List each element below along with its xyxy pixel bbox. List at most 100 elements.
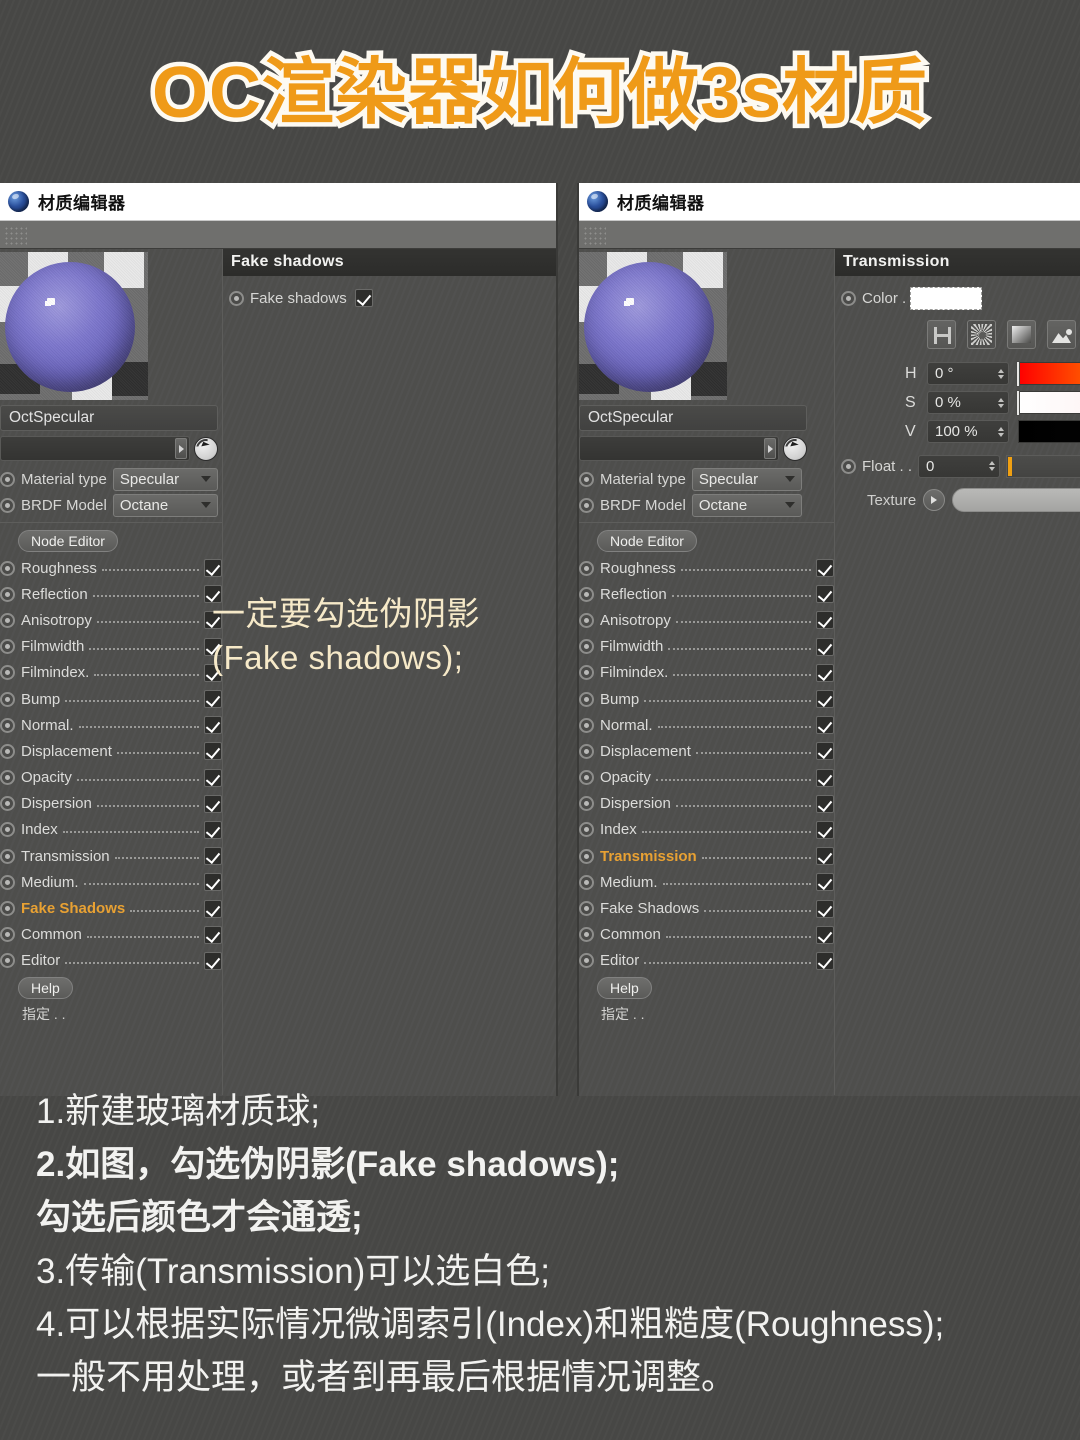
channel-row-opacity[interactable]: Opacity — [579, 765, 834, 791]
channel-checkbox[interactable] — [204, 899, 222, 918]
channel-checkbox[interactable] — [204, 951, 222, 970]
float-input[interactable]: 0 — [918, 454, 1001, 478]
channel-row-dispersion[interactable]: Dispersion — [579, 791, 834, 817]
help-button-right[interactable]: Help — [597, 977, 652, 999]
radio-icon[interactable] — [0, 586, 15, 602]
saturation-input[interactable]: 0 % — [927, 391, 1009, 414]
channel-checkbox[interactable] — [204, 794, 222, 813]
node-editor-button-right[interactable]: Node Editor — [597, 530, 697, 552]
radio-icon[interactable] — [0, 822, 15, 838]
link-arrow-icon[interactable] — [175, 438, 187, 459]
channel-row-editor[interactable]: Editor — [0, 948, 222, 974]
channel-row-displacement[interactable]: Displacement — [0, 738, 222, 764]
texture-field[interactable] — [952, 488, 1080, 512]
channel-checkbox[interactable] — [204, 768, 222, 787]
texture-expand-icon[interactable] — [923, 489, 946, 511]
channel-row-fake-shadows[interactable]: Fake Shadows — [0, 895, 222, 921]
radio-icon[interactable] — [579, 639, 594, 655]
pick-cursor-icon[interactable] — [783, 436, 807, 461]
brdf-model-row-right[interactable]: BRDF Model Octane — [579, 492, 834, 518]
radio-icon[interactable] — [0, 953, 15, 969]
channel-row-fake-shadows[interactable]: Fake Shadows — [579, 895, 834, 921]
material-type-select[interactable]: Specular — [112, 467, 218, 491]
node-editor-button-left[interactable]: Node Editor — [18, 530, 118, 552]
channel-row-normal[interactable]: Normal. — [579, 712, 834, 738]
channel-checkbox[interactable] — [204, 847, 222, 866]
channel-checkbox[interactable] — [816, 847, 834, 866]
channel-checkbox[interactable] — [204, 742, 222, 761]
radio-icon[interactable] — [579, 901, 594, 917]
saturation-gradient-slider[interactable] — [1016, 390, 1080, 416]
float-slider[interactable] — [1006, 454, 1080, 478]
channel-checkbox[interactable] — [816, 873, 834, 892]
channel-row-bump[interactable]: Bump — [579, 686, 834, 712]
stepper-arrows-icon[interactable] — [998, 397, 1004, 408]
channel-row-common[interactable]: Common — [0, 922, 222, 948]
channel-row-displacement[interactable]: Displacement — [579, 738, 834, 764]
channel-checkbox[interactable] — [816, 690, 834, 709]
radio-icon[interactable] — [579, 927, 594, 943]
channel-checkbox[interactable] — [816, 820, 834, 839]
radio-icon[interactable] — [579, 796, 594, 812]
link-field-right[interactable] — [579, 436, 779, 461]
material-name-field-left[interactable]: OctSpecular — [0, 405, 218, 431]
slider-knob[interactable] — [1016, 390, 1020, 416]
brdf-model-select[interactable]: Octane — [691, 493, 802, 517]
brdf-model-select[interactable]: Octane — [112, 493, 218, 517]
radio-icon[interactable] — [0, 717, 15, 733]
channel-checkbox[interactable] — [816, 925, 834, 944]
transmission-color-row[interactable]: Color . — [841, 285, 1080, 312]
radio-icon[interactable] — [0, 927, 15, 943]
channel-checkbox[interactable] — [816, 742, 834, 761]
slider-knob[interactable] — [1016, 361, 1020, 387]
channel-checkbox[interactable] — [816, 559, 834, 578]
channel-checkbox[interactable] — [816, 794, 834, 813]
drag-grip-icon[interactable] — [3, 224, 27, 245]
radio-icon[interactable] — [579, 665, 594, 681]
channel-row-medium[interactable]: Medium. — [579, 869, 834, 895]
channel-row-filmwidth[interactable]: Filmwidth — [0, 634, 222, 660]
fake-shadows-row[interactable]: Fake shadows — [229, 285, 556, 311]
radio-icon[interactable] — [579, 717, 594, 733]
radio-icon[interactable] — [579, 471, 594, 487]
channel-checkbox[interactable] — [816, 716, 834, 735]
radio-icon[interactable] — [579, 822, 594, 838]
radio-icon[interactable] — [0, 770, 15, 786]
radio-icon[interactable] — [579, 874, 594, 890]
channel-row-filmindex[interactable]: Filmindex. — [0, 660, 222, 686]
channel-checkbox[interactable] — [816, 899, 834, 918]
radio-icon[interactable] — [579, 743, 594, 759]
value-gradient-slider[interactable] — [1018, 420, 1080, 443]
channel-row-index[interactable]: Index — [0, 817, 222, 843]
radio-icon[interactable] — [0, 612, 15, 628]
radio-icon[interactable] — [579, 770, 594, 786]
channel-checkbox[interactable] — [816, 768, 834, 787]
radio-icon[interactable] — [0, 665, 15, 681]
channel-row-index[interactable]: Index — [579, 817, 834, 843]
material-type-row-right[interactable]: Material type Specular — [579, 466, 834, 492]
color-wheel-icon[interactable] — [967, 320, 996, 349]
stepper-arrows-icon[interactable] — [989, 461, 996, 471]
material-preview-right[interactable] — [579, 252, 727, 400]
pick-cursor-icon[interactable] — [194, 436, 218, 461]
value-row[interactable]: V 100 % — [841, 417, 1080, 446]
radio-icon[interactable] — [579, 953, 594, 969]
material-preview-left[interactable] — [0, 252, 148, 400]
channel-checkbox[interactable] — [816, 637, 834, 656]
radio-icon[interactable] — [0, 497, 15, 513]
radio-icon[interactable] — [579, 586, 594, 602]
radio-icon[interactable] — [579, 691, 594, 707]
radio-icon[interactable] — [0, 560, 15, 576]
radio-icon[interactable] — [579, 848, 594, 864]
stepper-arrows-icon[interactable] — [998, 368, 1004, 379]
channel-row-opacity[interactable]: Opacity — [0, 765, 222, 791]
channel-checkbox[interactable] — [816, 951, 834, 970]
material-type-select[interactable]: Specular — [691, 467, 802, 491]
brdf-model-row-left[interactable]: BRDF Model Octane — [0, 492, 222, 518]
channel-row-filmwidth[interactable]: Filmwidth — [579, 634, 834, 660]
channel-row-editor[interactable]: Editor — [579, 948, 834, 974]
channel-checkbox[interactable] — [204, 690, 222, 709]
radio-icon[interactable] — [579, 612, 594, 628]
resize-icon[interactable] — [927, 320, 956, 349]
radio-icon[interactable] — [0, 848, 15, 864]
